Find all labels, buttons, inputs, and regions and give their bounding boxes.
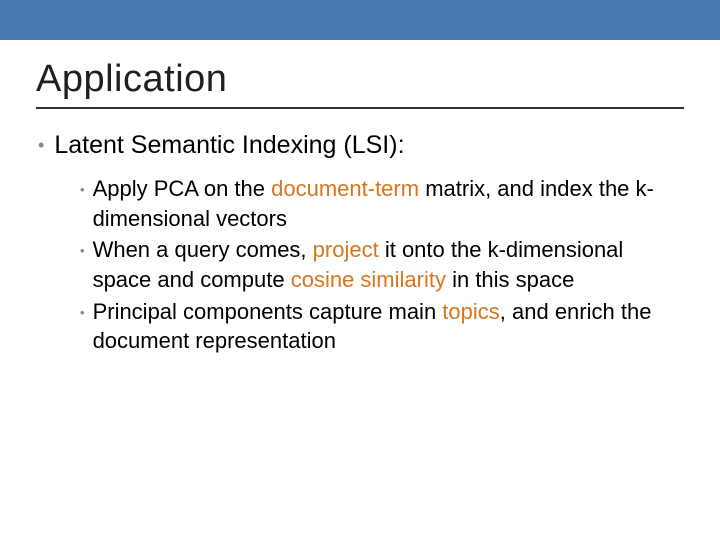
list-item-text: When a query comes, project it onto the …	[93, 235, 684, 294]
slide-top-bar	[0, 0, 720, 40]
sub-bullet-list: • Apply PCA on the document-term matrix,…	[36, 174, 684, 356]
list-item: • When a query comes, project it onto th…	[80, 235, 684, 294]
text-run: Apply PCA on the	[93, 176, 272, 201]
main-bullet-prefix: Latent Semantic Indexing	[54, 131, 336, 159]
list-item-text: Principal components capture main topics…	[93, 297, 684, 356]
bullet-dot-icon: •	[80, 181, 85, 199]
list-item-text: Apply PCA on the document-term matrix, a…	[93, 174, 684, 233]
highlight-term: document-term	[271, 176, 419, 201]
main-bullet-text: Latent Semantic Indexing (LSI):	[54, 131, 404, 160]
highlight-term: topics	[442, 299, 499, 324]
bullet-dot-icon: •	[80, 242, 85, 260]
slide-title: Application	[36, 58, 684, 109]
main-bullet: • Latent Semantic Indexing (LSI):	[36, 131, 684, 160]
highlight-term: cosine similarity	[291, 267, 446, 292]
slide-content: Application • Latent Semantic Indexing (…	[0, 40, 720, 356]
list-item: • Principal components capture main topi…	[80, 297, 684, 356]
highlight-term: project	[313, 237, 379, 262]
bullet-dot-icon: •	[38, 136, 44, 154]
bullet-dot-icon: •	[80, 304, 85, 322]
main-bullet-suffix: (LSI):	[336, 131, 404, 159]
text-run: When a query comes,	[93, 237, 313, 262]
text-run: in this space	[446, 267, 574, 292]
list-item: • Apply PCA on the document-term matrix,…	[80, 174, 684, 233]
text-run: Principal components capture main	[93, 299, 443, 324]
